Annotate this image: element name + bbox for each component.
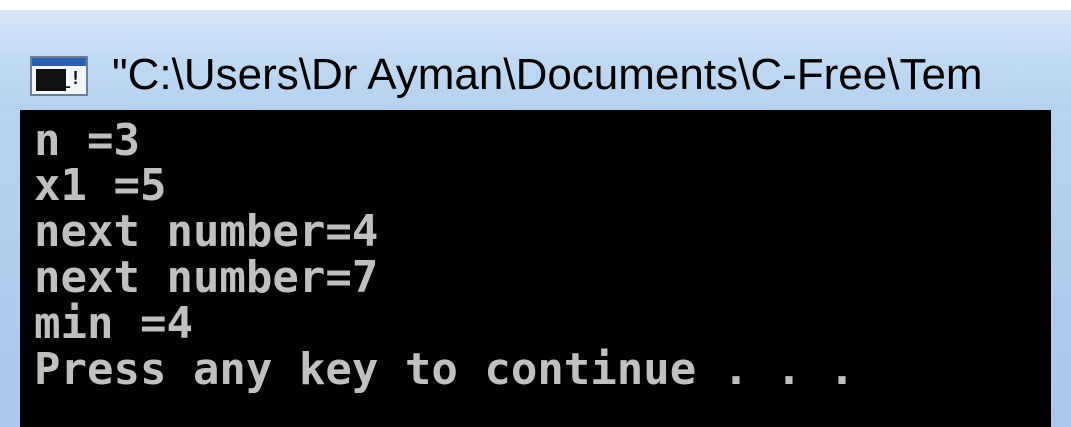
console-icon-prompt: _! bbox=[59, 68, 81, 89]
console-line-min: min =4 bbox=[34, 298, 193, 349]
title-bar[interactable]: _! "C:\Users\Dr Ayman\Documents\C-Free\T… bbox=[0, 0, 1071, 110]
console-window: _! "C:\Users\Dr Ayman\Documents\C-Free\T… bbox=[0, 0, 1071, 427]
console-icon[interactable]: _! bbox=[30, 56, 88, 96]
console-icon-titlebar-graphic bbox=[32, 58, 86, 66]
console-line-n: n =3 bbox=[34, 115, 140, 166]
console-output-area[interactable]: n =3 x1 =5 next number=4 next number=7 m… bbox=[20, 110, 1051, 427]
console-line-press-any-key: Press any key to continue . . . bbox=[34, 344, 856, 395]
console-line-x1: x1 =5 bbox=[34, 160, 167, 211]
window-title: "C:\Users\Dr Ayman\Documents\C-Free\Tem bbox=[112, 50, 983, 99]
window-frame-right bbox=[1051, 110, 1071, 427]
console-line-next-number-4: next number=4 bbox=[34, 206, 379, 257]
console-line-next-number-7: next number=7 bbox=[34, 252, 379, 303]
window-frame-left bbox=[0, 110, 20, 427]
